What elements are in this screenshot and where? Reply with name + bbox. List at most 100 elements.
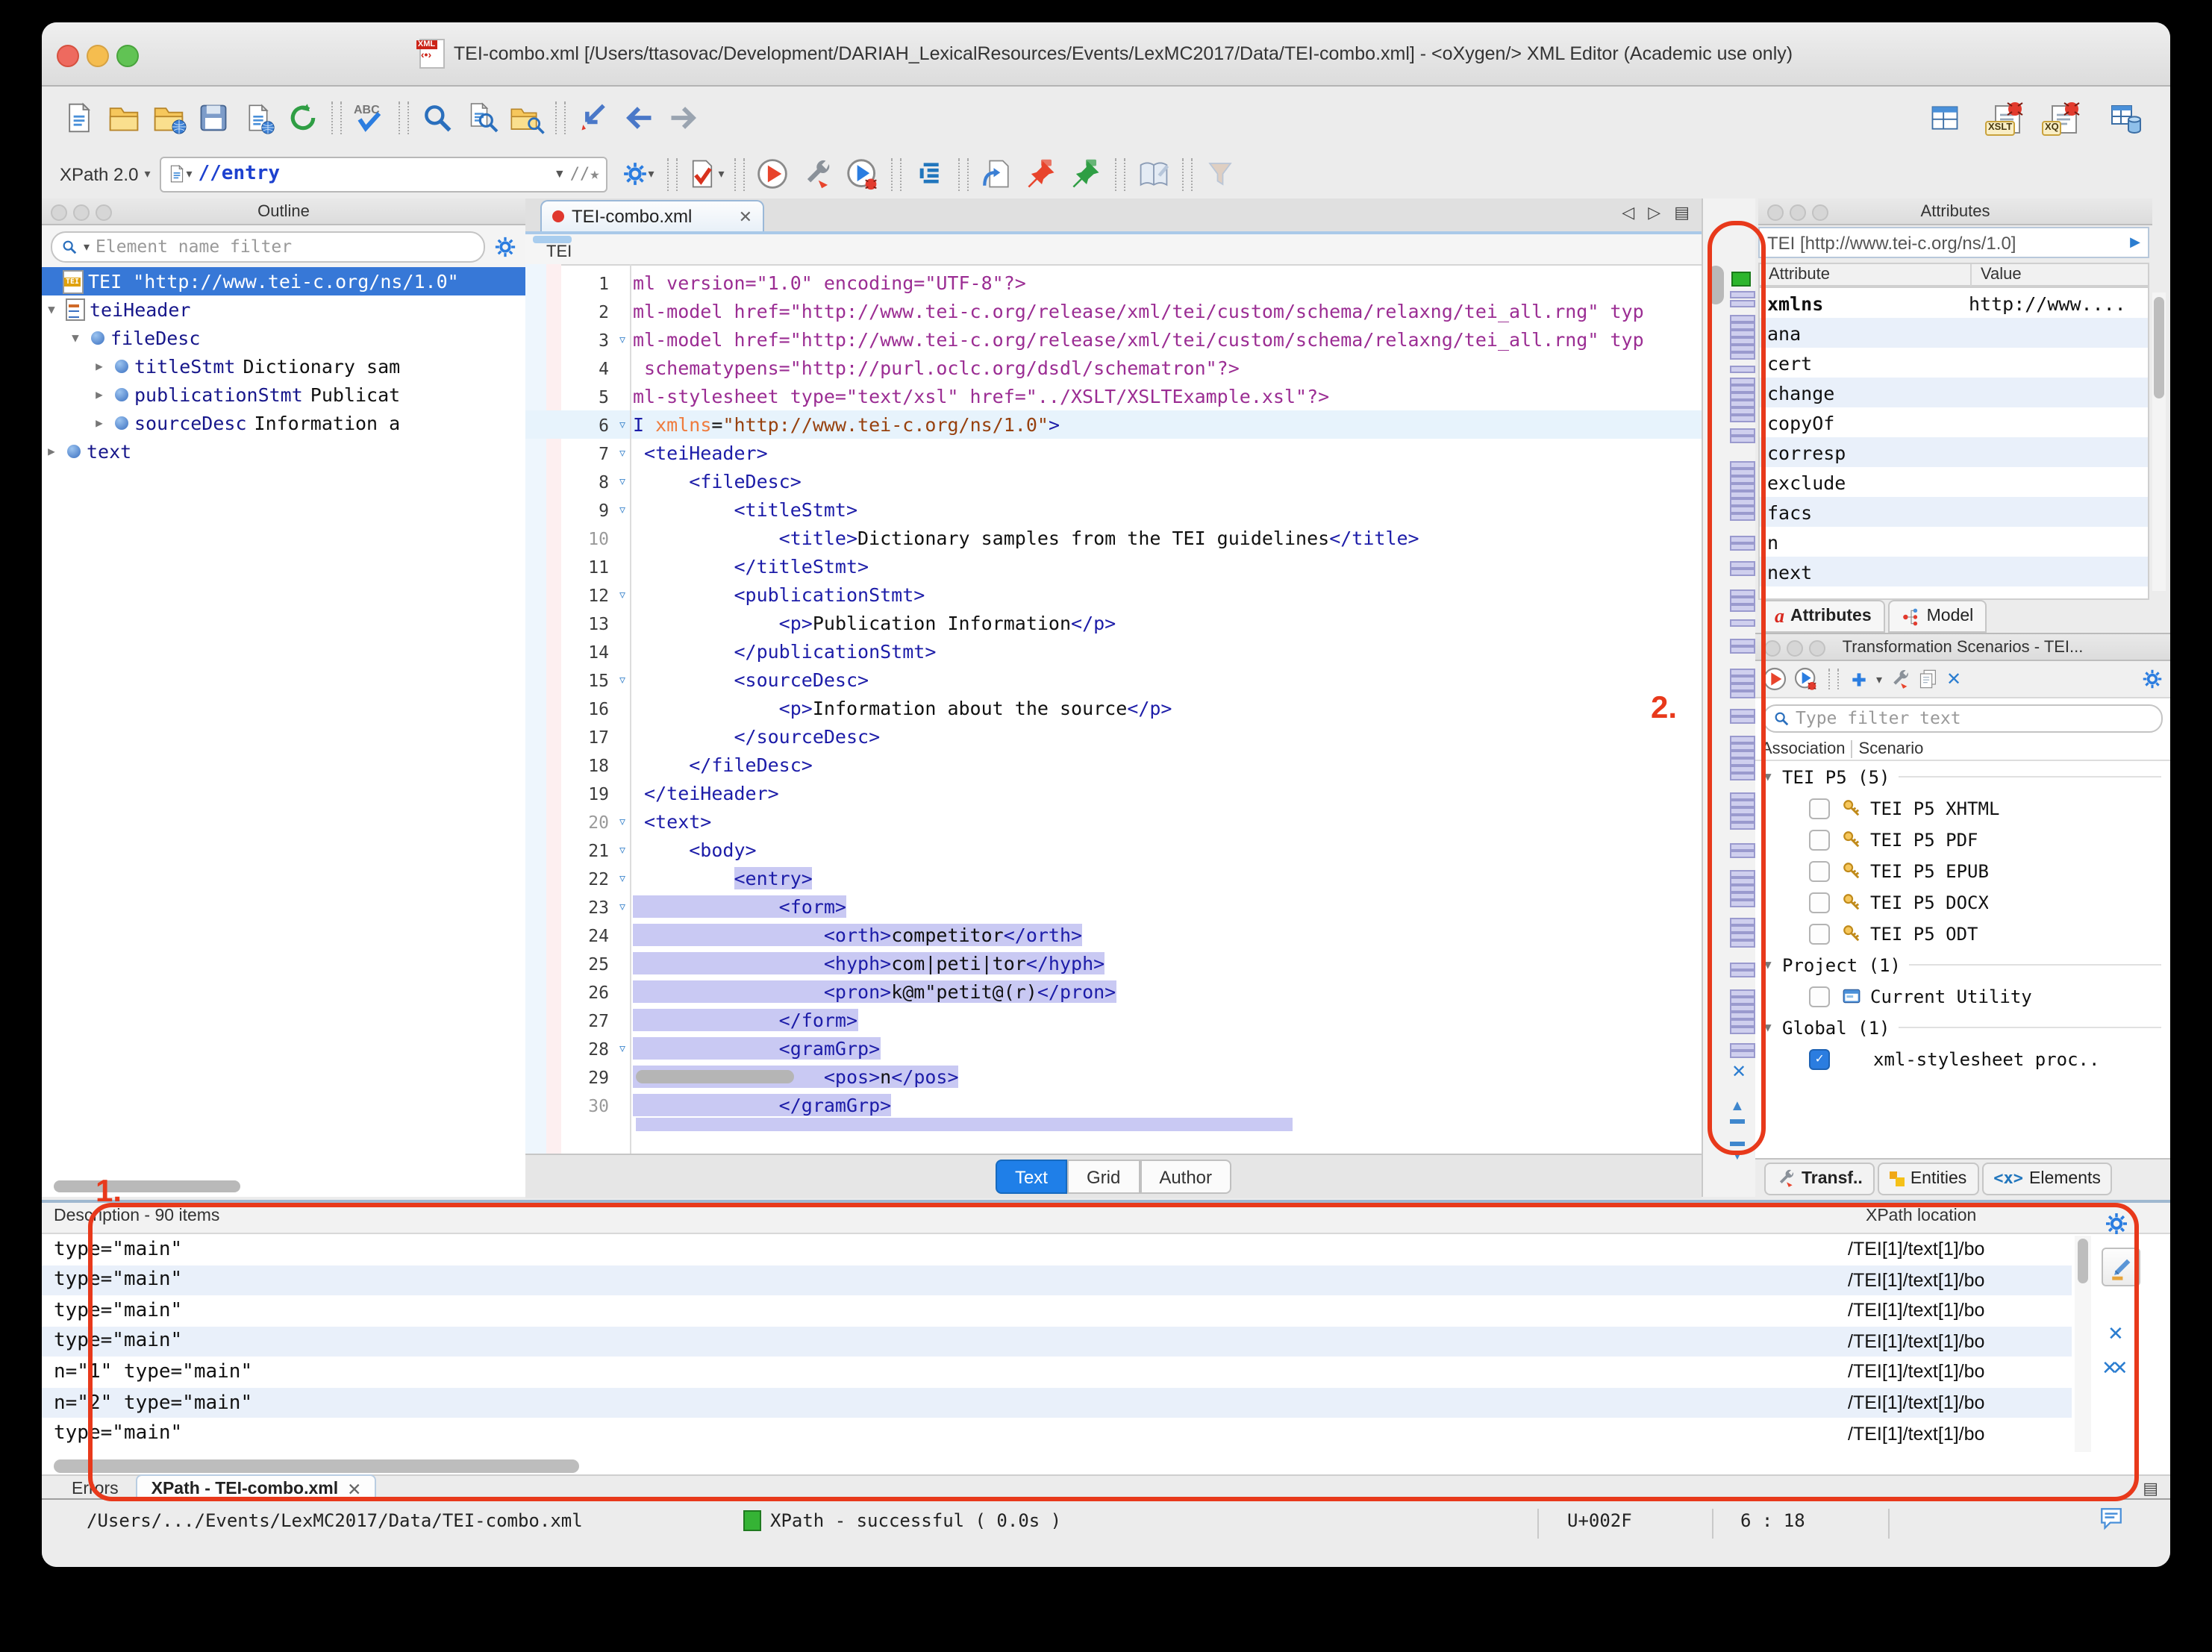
editor-tab-tei-combo[interactable]: TEI-combo.xml ✕ [540,200,764,231]
duplicate-scenario-button[interactable] [1918,669,1939,689]
clear-highlights-icon[interactable]: ✕ [1731,1061,1746,1082]
remove-result-icon[interactable]: ✕ [2108,1322,2124,1346]
xpath-favorites-icon[interactable]: //★ [570,164,600,184]
highlight-marker[interactable] [1730,291,1755,298]
scenario-checkbox[interactable] [1809,986,1830,1007]
highlight-marker[interactable] [1730,1019,1755,1027]
result-row[interactable]: type="main"/TEI[1]/text[1]/bo [42,1327,2072,1357]
apply-transformation-button[interactable] [753,154,792,193]
attribute-row[interactable]: prev [1760,586,2148,600]
highlight-marker[interactable] [1730,940,1755,948]
highlight-marker[interactable] [1730,900,1755,907]
editor-vscrollbar-thumb[interactable] [1708,266,1724,304]
print-button[interactable] [239,98,278,137]
highlight-marker[interactable] [1730,1012,1755,1019]
highlight-marker[interactable] [1730,498,1755,506]
highlight-marker[interactable] [1730,1051,1755,1058]
xpath-engine-select[interactable]: XPath 2.0 [60,163,138,184]
code-line[interactable]: 12▿ <publicationStmt> [525,581,1702,609]
find-button[interactable] [418,98,457,137]
highlight-marker[interactable] [1730,513,1755,521]
code-line[interactable]: 6▿I xmlns="http://www.tei-c.org/ns/1.0"> [525,410,1702,439]
code-line[interactable]: 2ml-model href="http://www.tei-c.org/rel… [525,297,1702,325]
outline-row[interactable]: ▶publicationStmtPublicat [42,381,525,409]
highlight-marker[interactable] [1730,918,1755,925]
highlight-marker[interactable] [1730,709,1755,716]
code-line[interactable]: 27 </form> [525,1006,1702,1034]
scenario-item[interactable]: TEI P5 PDF [1755,824,2170,855]
editor-hscrollbar[interactable] [636,1070,794,1083]
attribute-row[interactable]: xmlnshttp://www.... [1760,288,2148,318]
find-in-files-button[interactable] [507,98,546,137]
highlight-marker[interactable] [1730,800,1755,807]
highlight-marker[interactable] [1730,378,1755,385]
prev-highlight-icon[interactable]: ▬▼ [1730,1136,1745,1163]
validation-status-square[interactable] [1731,272,1751,287]
highlight-marker[interactable] [1730,543,1755,551]
outline-row[interactable]: TEI "http://www.tei-c.org/ns/1.0" [42,267,525,295]
tab-list-icon[interactable]: ▤ [1674,203,1690,222]
code-line[interactable]: 9▿ <titleStmt> [525,495,1702,524]
new-file-button[interactable] [60,98,99,137]
reload-button[interactable] [284,98,322,137]
code-line[interactable]: 14 </publicationStmt> [525,637,1702,666]
highlight-marker[interactable] [1730,669,1755,676]
code-line[interactable]: 20▿ <text> [525,807,1702,836]
highlight-marker[interactable] [1730,352,1755,360]
scenario-checkbox[interactable] [1809,923,1830,944]
xpath-history-dropdown[interactable]: ▼ [554,167,566,181]
forward-button[interactable] [664,98,703,137]
highlight-marker[interactable] [1730,736,1755,743]
expander-closed-icon[interactable]: ▶ [90,388,109,401]
debug-scenario-button[interactable] [1794,667,1818,691]
dock-tab-transformation[interactable]: Transf.. [1764,1162,1875,1195]
new-scenario-dropdown[interactable]: ▾ [1876,672,1882,686]
debug-xquery-button[interactable]: XQ [2045,98,2084,137]
code-line[interactable]: 15▿ <sourceDesc> [525,666,1702,694]
highlight-marker[interactable] [1730,619,1755,627]
attributes-vscrollbar[interactable] [2152,292,2166,591]
attribute-row[interactable]: n [1760,527,2148,557]
notifications-icon[interactable] [2099,1506,2124,1531]
highlight-marker[interactable] [1730,569,1755,576]
outline-row[interactable]: ▶titleStmtDictionary sam [42,352,525,381]
mode-tab-author[interactable]: Author [1140,1160,1231,1194]
highlight-marker[interactable] [1730,366,1755,373]
compare-button[interactable] [1201,154,1240,193]
scenario-item[interactable]: TEI P5 EPUB [1755,855,2170,886]
scenario-checkbox[interactable] [1809,829,1830,850]
scenario-group[interactable]: ▼Global (1) [1755,1012,2170,1043]
outline-panel-header[interactable]: Outline [42,198,525,225]
highlight-marker[interactable] [1730,506,1755,513]
code-line[interactable]: 11 </titleStmt> [525,552,1702,581]
code-line[interactable]: 30 </gramGrp> [525,1091,1702,1119]
highlight-marker[interactable] [1730,792,1755,800]
expander-open-icon[interactable]: ▼ [66,331,85,345]
scenario-checkbox[interactable]: ✓ [1809,1048,1830,1069]
mode-tab-grid[interactable]: Grid [1067,1160,1140,1194]
highlight-marker[interactable] [1730,997,1755,1004]
highlight-marker[interactable] [1730,646,1755,654]
highlight-marker[interactable] [1730,933,1755,940]
result-row[interactable]: type="main"/TEI[1]/text[1]/bo [42,1418,2072,1448]
highlight-marker[interactable] [1730,743,1755,751]
attribute-row[interactable]: facs [1760,497,2148,527]
highlight-marker[interactable] [1730,597,1755,604]
code-line[interactable]: 28▿ <gramGrp> [525,1034,1702,1063]
highlight-marker[interactable] [1730,716,1755,724]
tab-attributes[interactable]: aAttributes [1761,600,1885,633]
expander-open-icon[interactable]: ▼ [1764,770,1782,783]
scenario-checkbox[interactable] [1809,892,1830,913]
highlight-marker[interactable] [1730,536,1755,543]
scenarios-panel-header[interactable]: Transformation Scenarios - TEI... [1755,634,2170,661]
tab-model[interactable]: Model [1888,600,1987,633]
highlight-marker[interactable] [1730,1004,1755,1012]
new-scenario-button[interactable] [1849,669,1869,689]
scenario-item[interactable]: ✓xml-stylesheet proc.. [1755,1043,2170,1074]
result-row[interactable]: type="main"/TEI[1]/text[1]/bo [42,1295,2072,1325]
expander-open-icon[interactable]: ▼ [1764,1021,1782,1034]
highlight-marker[interactable] [1730,639,1755,646]
attribute-row[interactable]: exclude [1760,467,2148,497]
breadcrumb-tei[interactable]: TEI [546,243,572,261]
highlight-marker[interactable] [1730,330,1755,337]
